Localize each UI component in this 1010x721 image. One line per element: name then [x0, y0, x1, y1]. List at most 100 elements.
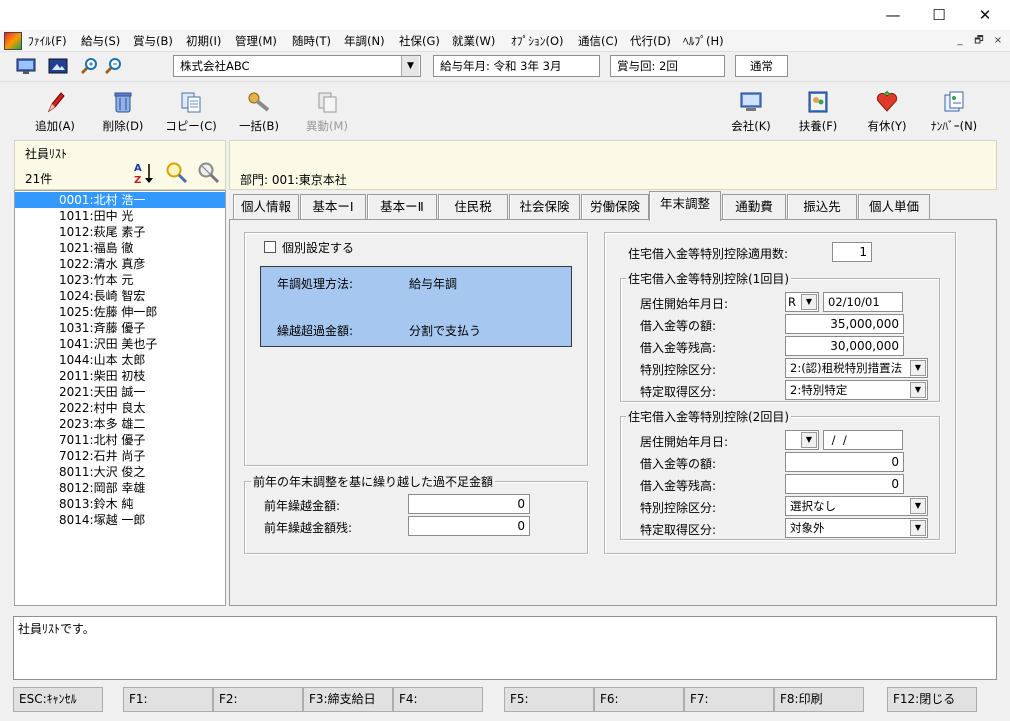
monitor-icon[interactable] — [16, 57, 36, 75]
employee-list-item[interactable]: 1025:佐藤 伸一郎 — [15, 304, 225, 320]
second-amount-input[interactable]: 0 — [785, 452, 904, 472]
chevron-down-icon[interactable]: ▼ — [801, 432, 817, 448]
employee-list-item[interactable]: 7011:北村 優子 — [15, 432, 225, 448]
tab-basic-1[interactable]: 基本ーⅠ — [300, 194, 366, 220]
chevron-down-icon[interactable]: ▼ — [910, 360, 926, 376]
fkey-f1[interactable]: F1: — [123, 687, 213, 712]
employee-list-item[interactable]: 7012:石井 尚子 — [15, 448, 225, 464]
screen-icon[interactable] — [48, 57, 68, 75]
add-button[interactable]: 追加(A) — [30, 90, 80, 136]
employee-list-item[interactable]: 1022:清水 真彦 — [15, 256, 225, 272]
tab-unit-price[interactable]: 個人単価 — [858, 194, 930, 220]
tab-personal[interactable]: 個人情報 — [233, 194, 299, 220]
second-acquisition-select[interactable]: 対象外 ▼ — [785, 518, 928, 538]
tab-year-end[interactable]: 年末調整 — [649, 191, 721, 221]
second-special-select[interactable]: 選択なし ▼ — [785, 496, 928, 516]
fkey-f5[interactable]: F5: — [504, 687, 594, 712]
employee-list-item[interactable]: 8014:塚越 一郎 — [15, 512, 225, 528]
tab-bank-transfer[interactable]: 振込先 — [787, 194, 857, 220]
fkey-f6[interactable]: F6: — [594, 687, 684, 712]
fkey-f3-closing-date[interactable]: F3:締支給日 — [303, 687, 393, 712]
chevron-down-icon[interactable]: ▼ — [910, 382, 926, 398]
fkey-esc-cancel[interactable]: ESC:ｷｬﾝｾﾙ — [13, 687, 103, 712]
menu-help[interactable]: ﾍﾙﾌﾟ(H) — [683, 33, 724, 49]
menu-work[interactable]: 就業(W) — [452, 33, 495, 49]
paid-leave-button[interactable]: 有休(Y) — [862, 90, 912, 136]
tab-basic-2[interactable]: 基本ーⅡ — [367, 194, 437, 220]
fkey-f4[interactable]: F4: — [393, 687, 483, 712]
menu-salary[interactable]: 給与(S) — [81, 33, 120, 49]
tab-social-insurance[interactable]: 社会保険 — [509, 194, 580, 220]
chevron-down-icon[interactable]: ▼ — [401, 56, 419, 76]
mdi-close-button[interactable]: × — [990, 33, 1006, 49]
employee-list-item[interactable]: 2011:柴田 初枝 — [15, 368, 225, 384]
company-button[interactable]: 会社(K) — [726, 90, 776, 136]
menu-year-end[interactable]: 年調(N) — [344, 33, 385, 49]
search-icon[interactable] — [164, 161, 188, 185]
bulk-button[interactable]: 一括(B) — [234, 90, 284, 136]
number-button[interactable]: ﾅﾝﾊﾞｰ(N) — [925, 90, 983, 136]
employee-list[interactable]: 0001:北村 浩一 1011:田中 光 1012:萩尾 素子 1021:福島 徹 10… — [14, 190, 226, 606]
menu-manage[interactable]: 管理(M) — [235, 33, 277, 49]
second-balance-input[interactable]: 0 — [785, 474, 904, 494]
dependents-button[interactable]: 扶養(F) — [793, 90, 843, 136]
close-button[interactable]: ✕ — [962, 0, 1008, 30]
tab-resident-tax[interactable]: 住民税 — [438, 194, 508, 220]
employee-list-item[interactable]: 1023:竹本 元 — [15, 272, 225, 288]
employee-list-item[interactable]: 1011:田中 光 — [15, 208, 225, 224]
employee-list-item[interactable]: 8013:鈴木 純 — [15, 496, 225, 512]
employee-list-item[interactable]: 0001:北村 浩一 — [15, 192, 225, 208]
tab-commute[interactable]: 通勤費 — [722, 194, 786, 220]
employee-list-item[interactable]: 1044:山本 太郎 — [15, 352, 225, 368]
chevron-down-icon[interactable]: ▼ — [910, 520, 926, 536]
employee-list-item[interactable]: 2023:本多 雄二 — [15, 416, 225, 432]
menu-option[interactable]: ｵﾌﾟｼｮﾝ(O) — [511, 33, 564, 49]
first-balance-input[interactable]: 30,000,000 — [785, 336, 904, 356]
app-icon[interactable] — [4, 32, 22, 50]
chevron-down-icon[interactable]: ▼ — [910, 498, 926, 514]
zoom-out-icon[interactable] — [104, 57, 124, 75]
menu-proxy[interactable]: 代行(D) — [630, 33, 671, 49]
first-amount-input[interactable]: 35,000,000 — [785, 314, 904, 334]
menu-file[interactable]: ﾌｧｲﾙ(F) — [28, 33, 67, 49]
employee-list-item[interactable]: 2021:天田 誠一 — [15, 384, 225, 400]
mdi-restore-button[interactable]: 🗗 — [971, 33, 987, 49]
first-special-select[interactable]: 2:(認)租税特別措置法 ▼ — [785, 358, 928, 378]
chevron-down-icon[interactable]: ▼ — [801, 294, 817, 310]
first-era-select[interactable]: R ▼ — [785, 292, 819, 312]
prev-carry-input[interactable]: 0 — [408, 494, 530, 514]
fkey-f7[interactable]: F7: — [684, 687, 774, 712]
sort-az-icon[interactable]: AZ — [133, 161, 155, 186]
employee-list-item[interactable]: 1031:斉藤 優子 — [15, 320, 225, 336]
transfer-button[interactable]: 異動(M) — [302, 90, 352, 136]
employee-list-item[interactable]: 1024:長崎 智宏 — [15, 288, 225, 304]
delete-button[interactable]: 削除(D) — [98, 90, 148, 136]
first-start-date-input[interactable]: 02/10/01 — [823, 292, 903, 312]
employee-list-item[interactable]: 1012:萩尾 素子 — [15, 224, 225, 240]
menu-anytime[interactable]: 随時(T) — [292, 33, 331, 49]
prev-remain-input[interactable]: 0 — [408, 516, 530, 536]
maximize-button[interactable]: ☐ — [916, 0, 962, 30]
company-select[interactable]: 株式会社ABC ▼ — [173, 55, 421, 77]
employee-list-item[interactable]: 8011:大沢 俊之 — [15, 464, 225, 480]
first-acquisition-select[interactable]: 2:特別特定 ▼ — [785, 380, 928, 400]
fkey-f12-close[interactable]: F12:閉じる — [887, 687, 977, 712]
menu-initial[interactable]: 初期(I) — [186, 33, 221, 49]
menu-comm[interactable]: 通信(C) — [578, 33, 618, 49]
second-era-select[interactable]: ▼ — [785, 430, 819, 450]
fkey-f8-print[interactable]: F8:印刷 — [774, 687, 864, 712]
tab-labor-insurance[interactable]: 労働保険 — [581, 194, 649, 220]
second-start-date-input[interactable]: / / — [823, 430, 903, 450]
copy-button[interactable]: コピー(C) — [163, 90, 219, 136]
employee-list-item[interactable]: 1041:沢田 美也子 — [15, 336, 225, 352]
employee-list-item[interactable]: 2022:村中 良太 — [15, 400, 225, 416]
menu-bonus[interactable]: 賞与(B) — [133, 33, 173, 49]
individual-setting-checkbox[interactable] — [264, 241, 276, 253]
search-clear-icon[interactable] — [196, 161, 220, 185]
menu-social[interactable]: 社保(G) — [399, 33, 440, 49]
fkey-f2[interactable]: F2: — [213, 687, 303, 712]
mdi-minimize-button[interactable]: _ — [952, 33, 968, 49]
employee-list-item[interactable]: 1021:福島 徹 — [15, 240, 225, 256]
zoom-in-icon[interactable] — [80, 57, 100, 75]
loan-count-input[interactable]: 1 — [832, 242, 872, 262]
